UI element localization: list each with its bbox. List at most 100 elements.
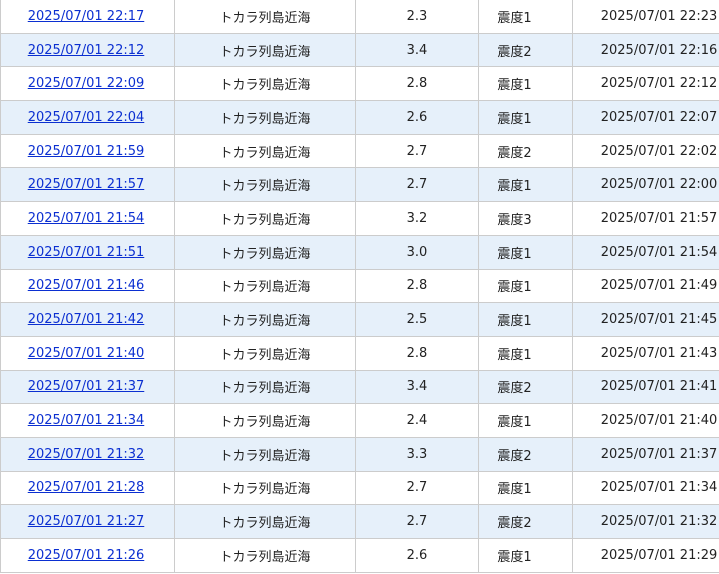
magnitude-cell: 3.0 [355,234,479,270]
announced-time-cell: 2025/07/01 21:49 [572,268,719,304]
time-cell: 2025/07/01 21:27 [0,504,175,539]
announced-time-cell: 2025/07/01 21:34 [572,470,719,506]
quake-time-link[interactable]: 2025/07/01 21:51 [28,245,145,260]
place-cell: トカラ列島近海 [174,100,356,135]
announced-time-cell: 2025/07/01 21:32 [572,504,719,539]
magnitude-cell: 2.6 [355,100,479,135]
place-cell: トカラ列島近海 [174,167,356,203]
magnitude-cell: 2.7 [355,470,479,506]
quake-time-link[interactable]: 2025/07/01 21:54 [28,211,145,226]
announced-time-cell: 2025/07/01 21:45 [572,302,719,337]
magnitude-cell: 3.4 [355,369,479,405]
quake-time-link[interactable]: 2025/07/01 21:27 [28,514,145,529]
quake-time-link[interactable]: 2025/07/01 21:32 [28,447,145,462]
magnitude-cell: 3.3 [355,436,479,472]
intensity-cell: 震度1 [478,403,573,438]
quake-time-link[interactable]: 2025/07/01 22:09 [28,76,145,91]
quake-time-link[interactable]: 2025/07/01 22:12 [28,43,145,58]
place-cell: トカラ列島近海 [174,302,356,337]
table-row: 2025/07/01 21:46 トカラ列島近海 2.8 震度1 2025/07/01 … [0,268,719,304]
table-row: 2025/07/01 21:40 トカラ列島近海 2.8 震度1 2025/07/01 … [0,335,719,371]
place-cell: トカラ列島近海 [174,201,356,236]
place-cell: トカラ列島近海 [174,32,356,68]
magnitude-cell: 2.6 [355,538,479,573]
quake-time-link[interactable]: 2025/07/01 22:04 [28,110,145,125]
table-row: 2025/07/01 22:04 トカラ列島近海 2.6 震度1 2025/07/01 … [0,100,719,135]
magnitude-cell: 3.2 [355,201,479,236]
announced-time-cell: 2025/07/01 21:41 [572,369,719,405]
intensity-cell: 震度2 [478,504,573,539]
place-cell: トカラ列島近海 [174,436,356,472]
time-cell: 2025/07/01 22:12 [0,32,175,68]
intensity-cell: 震度1 [478,538,573,573]
announced-time-cell: 2025/07/01 21:29 [572,538,719,573]
place-cell: トカラ列島近海 [174,234,356,270]
intensity-cell: 震度1 [478,66,573,102]
table-row: 2025/07/01 22:09 トカラ列島近海 2.8 震度1 2025/07/01 … [0,66,719,102]
table-row: 2025/07/01 21:26 トカラ列島近海 2.6 震度1 2025/07/01 … [0,538,719,573]
table-row: 2025/07/01 21:42 トカラ列島近海 2.5 震度1 2025/07/01 … [0,302,719,337]
earthquake-list-table: 2025/07/01 22:17 トカラ列島近海 2.3 震度1 2025/07/01 … [0,0,719,573]
intensity-cell: 震度1 [478,470,573,506]
announced-time-cell: 2025/07/01 22:16 [572,32,719,68]
time-cell: 2025/07/01 22:17 [0,0,175,34]
table-row: 2025/07/01 21:32 トカラ列島近海 3.3 震度2 2025/07/01 … [0,436,719,472]
quake-time-link[interactable]: 2025/07/01 21:34 [28,413,145,428]
magnitude-cell: 2.8 [355,66,479,102]
announced-time-cell: 2025/07/01 21:40 [572,403,719,438]
place-cell: トカラ列島近海 [174,369,356,405]
quake-time-link[interactable]: 2025/07/01 21:40 [28,346,145,361]
place-cell: トカラ列島近海 [174,470,356,506]
announced-time-cell: 2025/07/01 21:37 [572,436,719,472]
time-cell: 2025/07/01 21:34 [0,403,175,438]
quake-time-link[interactable]: 2025/07/01 21:46 [28,278,145,293]
table-row: 2025/07/01 21:27 トカラ列島近海 2.7 震度2 2025/07/01 … [0,504,719,539]
quake-time-link[interactable]: 2025/07/01 22:17 [28,9,145,24]
quake-time-link[interactable]: 2025/07/01 21:42 [28,312,145,327]
announced-time-cell: 2025/07/01 22:23 [572,0,719,34]
announced-time-cell: 2025/07/01 21:43 [572,335,719,371]
time-cell: 2025/07/01 22:09 [0,66,175,102]
time-cell: 2025/07/01 21:46 [0,268,175,304]
table-row: 2025/07/01 21:37 トカラ列島近海 3.4 震度2 2025/07/01 … [0,369,719,405]
intensity-cell: 震度1 [478,335,573,371]
announced-time-cell: 2025/07/01 22:00 [572,167,719,203]
quake-time-link[interactable]: 2025/07/01 21:28 [28,480,145,495]
place-cell: トカラ列島近海 [174,403,356,438]
place-cell: トカラ列島近海 [174,504,356,539]
table-row: 2025/07/01 22:12 トカラ列島近海 3.4 震度2 2025/07/01 … [0,32,719,68]
place-cell: トカラ列島近海 [174,0,356,34]
intensity-cell: 震度1 [478,100,573,135]
place-cell: トカラ列島近海 [174,66,356,102]
quake-time-link[interactable]: 2025/07/01 21:26 [28,548,145,563]
intensity-cell: 震度1 [478,302,573,337]
magnitude-cell: 2.7 [355,133,479,169]
announced-time-cell: 2025/07/01 21:57 [572,201,719,236]
table-row: 2025/07/01 21:51 トカラ列島近海 3.0 震度1 2025/07/01 … [0,234,719,270]
intensity-cell: 震度2 [478,436,573,472]
time-cell: 2025/07/01 21:28 [0,470,175,506]
time-cell: 2025/07/01 21:40 [0,335,175,371]
announced-time-cell: 2025/07/01 22:12 [572,66,719,102]
magnitude-cell: 2.4 [355,403,479,438]
table-row: 2025/07/01 21:57 トカラ列島近海 2.7 震度1 2025/07/01 … [0,167,719,203]
magnitude-cell: 2.8 [355,335,479,371]
place-cell: トカラ列島近海 [174,538,356,573]
announced-time-cell: 2025/07/01 22:02 [572,133,719,169]
quake-time-link[interactable]: 2025/07/01 21:57 [28,177,145,192]
time-cell: 2025/07/01 22:04 [0,100,175,135]
intensity-cell: 震度1 [478,167,573,203]
table-body: 2025/07/01 22:17 トカラ列島近海 2.3 震度1 2025/07/01 … [0,0,719,573]
intensity-cell: 震度2 [478,369,573,405]
time-cell: 2025/07/01 21:42 [0,302,175,337]
quake-time-link[interactable]: 2025/07/01 21:59 [28,144,145,159]
table-row: 2025/07/01 22:17 トカラ列島近海 2.3 震度1 2025/07/01 … [0,0,719,34]
time-cell: 2025/07/01 21:57 [0,167,175,203]
intensity-cell: 震度1 [478,234,573,270]
intensity-cell: 震度2 [478,133,573,169]
place-cell: トカラ列島近海 [174,133,356,169]
table-row: 2025/07/01 21:34 トカラ列島近海 2.4 震度1 2025/07/01 … [0,403,719,438]
quake-time-link[interactable]: 2025/07/01 21:37 [28,379,145,394]
time-cell: 2025/07/01 21:59 [0,133,175,169]
time-cell: 2025/07/01 21:26 [0,538,175,573]
